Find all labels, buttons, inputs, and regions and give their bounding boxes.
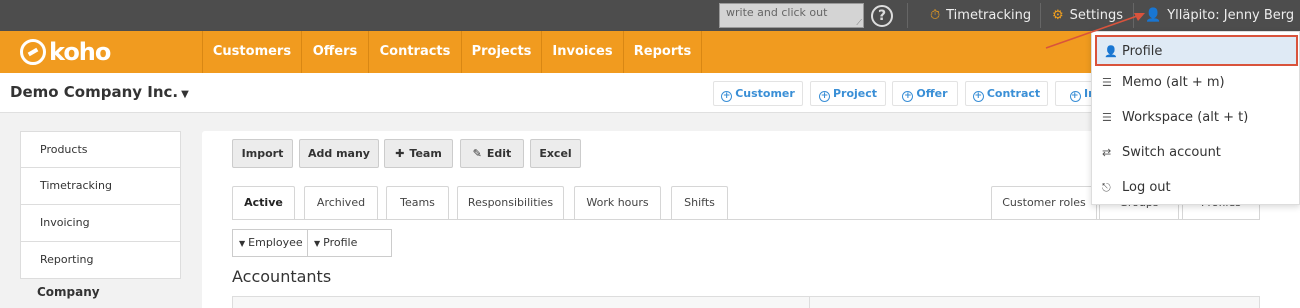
timetracking-label: Timetracking (946, 8, 1032, 23)
nav-offers[interactable]: Offers (301, 31, 368, 73)
caret-down-icon: ▼ (314, 239, 321, 248)
plus-icon: ✚ (395, 147, 405, 160)
help-icon[interactable]: ? (871, 5, 893, 27)
sidebar-item-products[interactable]: Products (20, 131, 181, 168)
lines-icon: ☰ (1102, 111, 1112, 124)
add-offer-button[interactable]: + Offer (892, 81, 958, 106)
tab-responsibilities[interactable]: Responsibilities (457, 186, 564, 219)
logout-icon: ⎋ (1102, 181, 1111, 194)
quick-memo-input[interactable]: write and click out ⟋ (719, 3, 864, 28)
edit-button[interactable]: ✎ Edit (460, 139, 524, 168)
tab-active[interactable]: Active (232, 186, 295, 219)
user-icon: 👤 (1145, 8, 1162, 23)
quick-memo-placeholder: write and click out (726, 6, 828, 19)
menu-item-label: Memo (alt + m) (1122, 75, 1225, 90)
add-customer-label: Customer (735, 87, 795, 100)
add-team-button[interactable]: ✚ Team (384, 139, 453, 168)
plus-circle-icon: + (1070, 91, 1081, 102)
excel-button[interactable]: Excel (530, 139, 581, 168)
settings-button[interactable]: ⚙ Settings (1052, 0, 1123, 31)
koho-logo[interactable]: koho (20, 37, 111, 67)
menu-item-label: Switch account (1122, 145, 1221, 160)
column-divider (809, 297, 810, 308)
tab-underline (232, 219, 1260, 220)
nav-invoices[interactable]: Invoices (541, 31, 623, 73)
tab-shifts[interactable]: Shifts (671, 186, 728, 219)
plus-circle-icon: + (721, 91, 733, 102)
gear-icon: ⚙ (1052, 8, 1064, 23)
employee-filter-label: Employee (248, 236, 303, 249)
table-header (232, 296, 1260, 308)
plus-circle-icon: + (902, 91, 914, 102)
nav-reports[interactable]: Reports (623, 31, 701, 73)
sidebar-item-timetracking[interactable]: Timetracking (20, 168, 181, 205)
add-customer-button[interactable]: + Customer (713, 81, 803, 106)
menu-item-log-out[interactable]: ⎋ Log out (1092, 170, 1299, 205)
nav-customers[interactable]: Customers (202, 31, 301, 73)
user-label: Ylläpito: Jenny Berg (1167, 8, 1295, 23)
koho-logo-icon (20, 39, 46, 65)
add-many-button[interactable]: Add many (299, 139, 379, 168)
resize-handle-icon[interactable]: ⟋ (856, 19, 862, 27)
edit-icon: ✎ (472, 147, 482, 160)
user-menu-button[interactable]: 👤 Ylläpito: Jenny Berg (1145, 0, 1294, 31)
switch-icon: ⇄ (1102, 146, 1112, 159)
lines-icon: ☰ (1102, 76, 1112, 89)
company-name: Demo Company Inc. (10, 83, 179, 101)
nav-projects[interactable]: Projects (461, 31, 541, 73)
add-project-button[interactable]: + Project (810, 81, 886, 106)
edit-label: Edit (486, 147, 512, 160)
caret-down-icon: ▼ (181, 89, 189, 100)
divider (1133, 3, 1134, 28)
add-contract-button[interactable]: + Contract (965, 81, 1048, 106)
tab-teams[interactable]: Teams (386, 186, 449, 219)
add-project-label: Project (832, 87, 878, 100)
menu-item-label: Log out (1122, 180, 1171, 195)
tab-work-hours[interactable]: Work hours (574, 186, 661, 219)
menu-item-switch-account[interactable]: ⇄ Switch account (1092, 135, 1299, 170)
divider (907, 3, 908, 28)
profile-filter-label: Profile (323, 236, 358, 249)
user-icon: 👤 (1104, 45, 1118, 58)
sidebar: Products Timetracking Invoicing Reportin… (20, 131, 181, 299)
import-button[interactable]: Import (232, 139, 293, 168)
sidebar-item-reporting[interactable]: Reporting (20, 242, 181, 279)
sidebar-item-invoicing[interactable]: Invoicing (20, 205, 181, 242)
section-title: Accountants (232, 267, 332, 286)
sidebar-section-title: Company (37, 285, 100, 299)
menu-item-label: Workspace (alt + t) (1122, 110, 1249, 125)
menu-item-workspace[interactable]: ☰ Workspace (alt + t) (1092, 100, 1299, 135)
top-bar: write and click out ⟋ ? ⏱ Timetracking ⚙ S… (0, 0, 1300, 31)
caret-down-icon: ▼ (239, 239, 246, 248)
profile-filter[interactable]: ▼ Profile (307, 229, 392, 257)
menu-item-label: Profile (1122, 44, 1163, 59)
company-selector[interactable]: Demo Company Inc. ▼ (10, 83, 189, 101)
logo-text: koho (49, 38, 111, 66)
nav-contracts[interactable]: Contracts (368, 31, 461, 73)
menu-item-profile[interactable]: 👤 Profile (1095, 35, 1298, 66)
menu-item-memo[interactable]: ☰ Memo (alt + m) (1092, 65, 1299, 100)
timetracking-button[interactable]: ⏱ Timetracking (930, 0, 1031, 31)
tab-archived[interactable]: Archived (304, 186, 378, 219)
add-offer-label: Offer (916, 87, 948, 100)
settings-label: Settings (1069, 8, 1123, 23)
plus-circle-icon: + (818, 91, 830, 102)
team-label: Team (409, 147, 442, 160)
tab-customer-roles[interactable]: Customer roles (991, 186, 1097, 219)
employee-filter[interactable]: ▼ Employee (232, 229, 308, 257)
divider (1040, 3, 1041, 28)
stopwatch-icon: ⏱ (930, 8, 941, 23)
user-dropdown-menu: 👤 Profile ☰ Memo (alt + m) ☰ Workspace (alt… (1091, 31, 1300, 205)
nav-divider (701, 31, 702, 73)
plus-circle-icon: + (972, 91, 984, 102)
add-contract-label: Contract (986, 87, 1041, 100)
